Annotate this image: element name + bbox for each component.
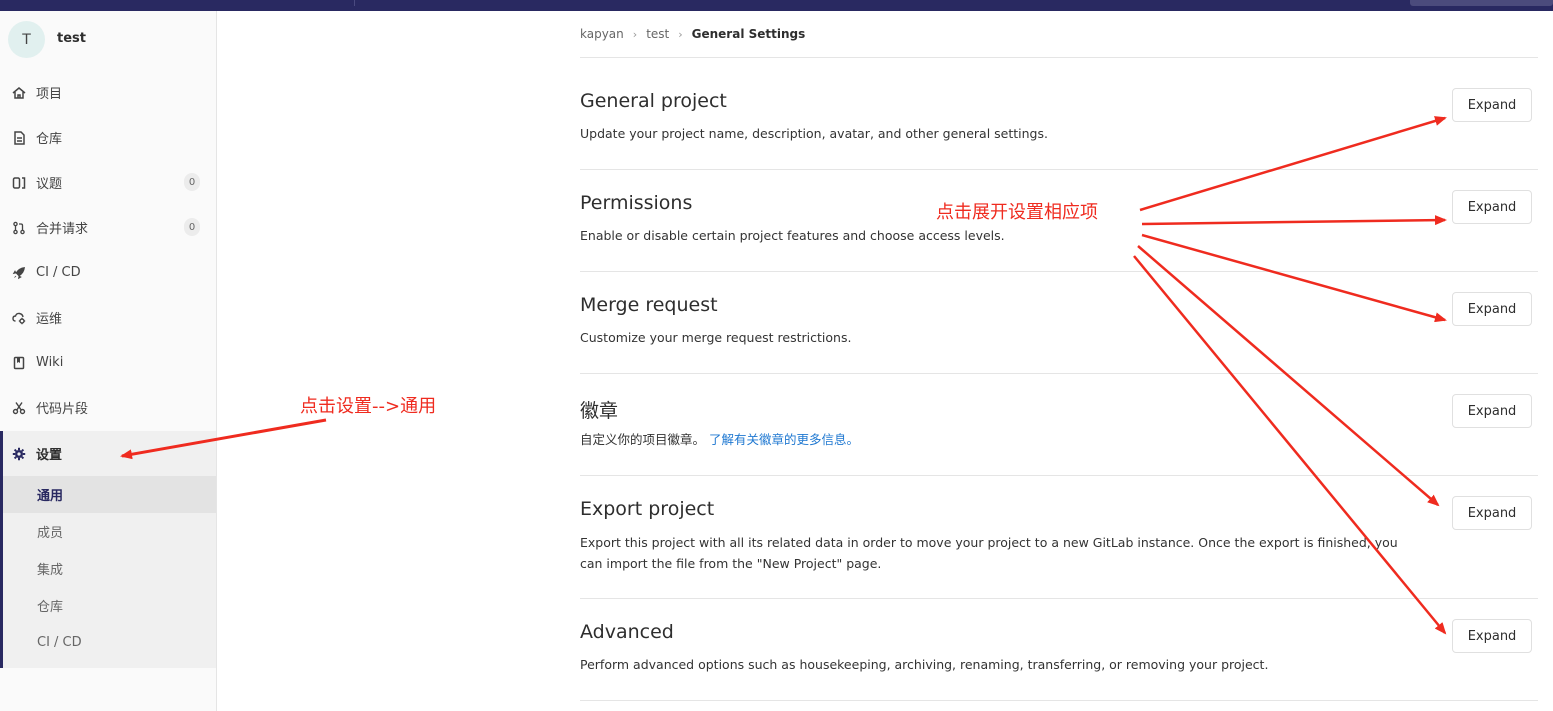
settings-subitem-members[interactable]: 成员: [3, 513, 216, 550]
settings-subitem-ci-cd[interactable]: CI / CD: [3, 624, 216, 661]
sidebar-item-label: CI / CD: [36, 265, 81, 280]
breadcrumb-item[interactable]: test: [646, 27, 669, 41]
section-description-text: 自定义你的项目徽章。: [580, 432, 706, 447]
sidebar-item-label: 设置: [36, 448, 63, 463]
sidebar-item-settings[interactable]: 设置: [0, 431, 216, 476]
breadcrumb-item[interactable]: kapyan: [580, 27, 624, 41]
issues-count-badge: 0: [184, 173, 200, 191]
expand-button[interactable]: Expand: [1452, 190, 1532, 224]
breadcrumb-current[interactable]: General Settings: [692, 27, 806, 41]
expand-button[interactable]: Expand: [1452, 496, 1532, 530]
sidebar-item-wiki[interactable]: Wiki: [0, 340, 216, 385]
section-title: Permissions: [580, 192, 693, 214]
sidebar-item-label: 代码片段: [36, 402, 89, 417]
sidebar-item-issues[interactable]: 议题 0: [0, 160, 216, 205]
gear-icon: [12, 447, 26, 461]
settings-section-export-project: Export project Export this project with …: [580, 476, 1538, 599]
settings-section-advanced: Advanced Perform advanced options such a…: [580, 599, 1538, 701]
section-title: 徽章: [580, 400, 619, 422]
sidebar-item-label: Wiki: [36, 355, 64, 370]
breadcrumb: kapyan › test › General Settings: [580, 27, 805, 41]
book-icon: [12, 356, 26, 370]
merge-requests-count-badge: 0: [184, 218, 200, 236]
settings-subitem-integrations[interactable]: 集成: [3, 550, 216, 587]
issues-icon: [12, 176, 26, 190]
main-content: kapyan › test › General Settings General…: [580, 11, 1538, 711]
sidebar-item-project[interactable]: 项目: [0, 70, 216, 115]
section-title: General project: [580, 90, 727, 112]
rocket-icon: [12, 266, 26, 280]
badges-learn-more-link[interactable]: 了解有关徽章的更多信息。: [709, 432, 859, 447]
merge-request-icon: [12, 221, 26, 235]
settings-subitem-repository[interactable]: 仓库: [3, 587, 216, 624]
sidebar-project-header[interactable]: T test: [0, 11, 216, 69]
expand-button[interactable]: Expand: [1452, 394, 1532, 428]
sidebar-item-ci-cd[interactable]: CI / CD: [0, 250, 216, 295]
annotation-settings-general: 点击设置-->通用: [300, 396, 437, 417]
section-title: Merge request: [580, 294, 718, 316]
navbar-search[interactable]: [1410, 0, 1553, 6]
sidebar-item-repository[interactable]: 仓库: [0, 115, 216, 160]
sidebar-item-snippets[interactable]: 代码片段: [0, 385, 216, 430]
section-title: Export project: [580, 498, 715, 520]
cloud-gear-icon: [12, 311, 26, 325]
settings-section-general-project: General project Update your project name…: [580, 58, 1538, 170]
section-description: Update your project name, description, a…: [580, 126, 1048, 141]
project-avatar[interactable]: T: [8, 21, 45, 58]
settings-group: 设置 通用 成员 集成 仓库 CI / CD: [0, 431, 216, 668]
expand-button[interactable]: Expand: [1452, 619, 1532, 653]
sidebar-item-operations[interactable]: 运维: [0, 295, 216, 340]
sidebar-item-label: 运维: [36, 312, 63, 327]
scissors-icon: [12, 401, 26, 415]
chevron-right-icon: ›: [678, 27, 683, 41]
section-description: Enable or disable certain project featur…: [580, 228, 1005, 243]
sidebar-item-label: 仓库: [36, 132, 63, 147]
annotation-expand-sections: 点击展开设置相应项: [936, 202, 1098, 223]
sidebar: T test 项目 仓库 议题 0 合并请求 0 CI / CD 运维 Wiki…: [0, 11, 217, 711]
section-description: 自定义你的项目徽章。 了解有关徽章的更多信息。: [580, 429, 1410, 450]
section-description: Perform advanced options such as houseke…: [580, 657, 1269, 672]
settings-subitem-general[interactable]: 通用: [3, 476, 216, 513]
sidebar-item-merge-requests[interactable]: 合并请求 0: [0, 205, 216, 250]
home-icon: [12, 86, 26, 100]
section-title: Advanced: [580, 621, 674, 643]
navbar-divider: [354, 0, 355, 6]
section-description: Customize your merge request restriction…: [580, 330, 852, 345]
expand-button[interactable]: Expand: [1452, 88, 1532, 122]
settings-section-merge-request: Merge request Customize your merge reque…: [580, 272, 1538, 374]
top-navbar: [0, 0, 1553, 11]
document-icon: [12, 130, 26, 145]
chevron-right-icon: ›: [632, 27, 638, 41]
settings-section-badges: 徽章 自定义你的项目徽章。 了解有关徽章的更多信息。 Expand: [580, 374, 1538, 476]
expand-button[interactable]: Expand: [1452, 292, 1532, 326]
project-name[interactable]: test: [57, 31, 86, 46]
sidebar-item-label: 合并请求: [36, 222, 89, 237]
sidebar-item-label: 项目: [36, 87, 63, 102]
sidebar-item-label: 议题: [36, 177, 63, 192]
section-description: Export this project with all its related…: [580, 535, 1398, 571]
